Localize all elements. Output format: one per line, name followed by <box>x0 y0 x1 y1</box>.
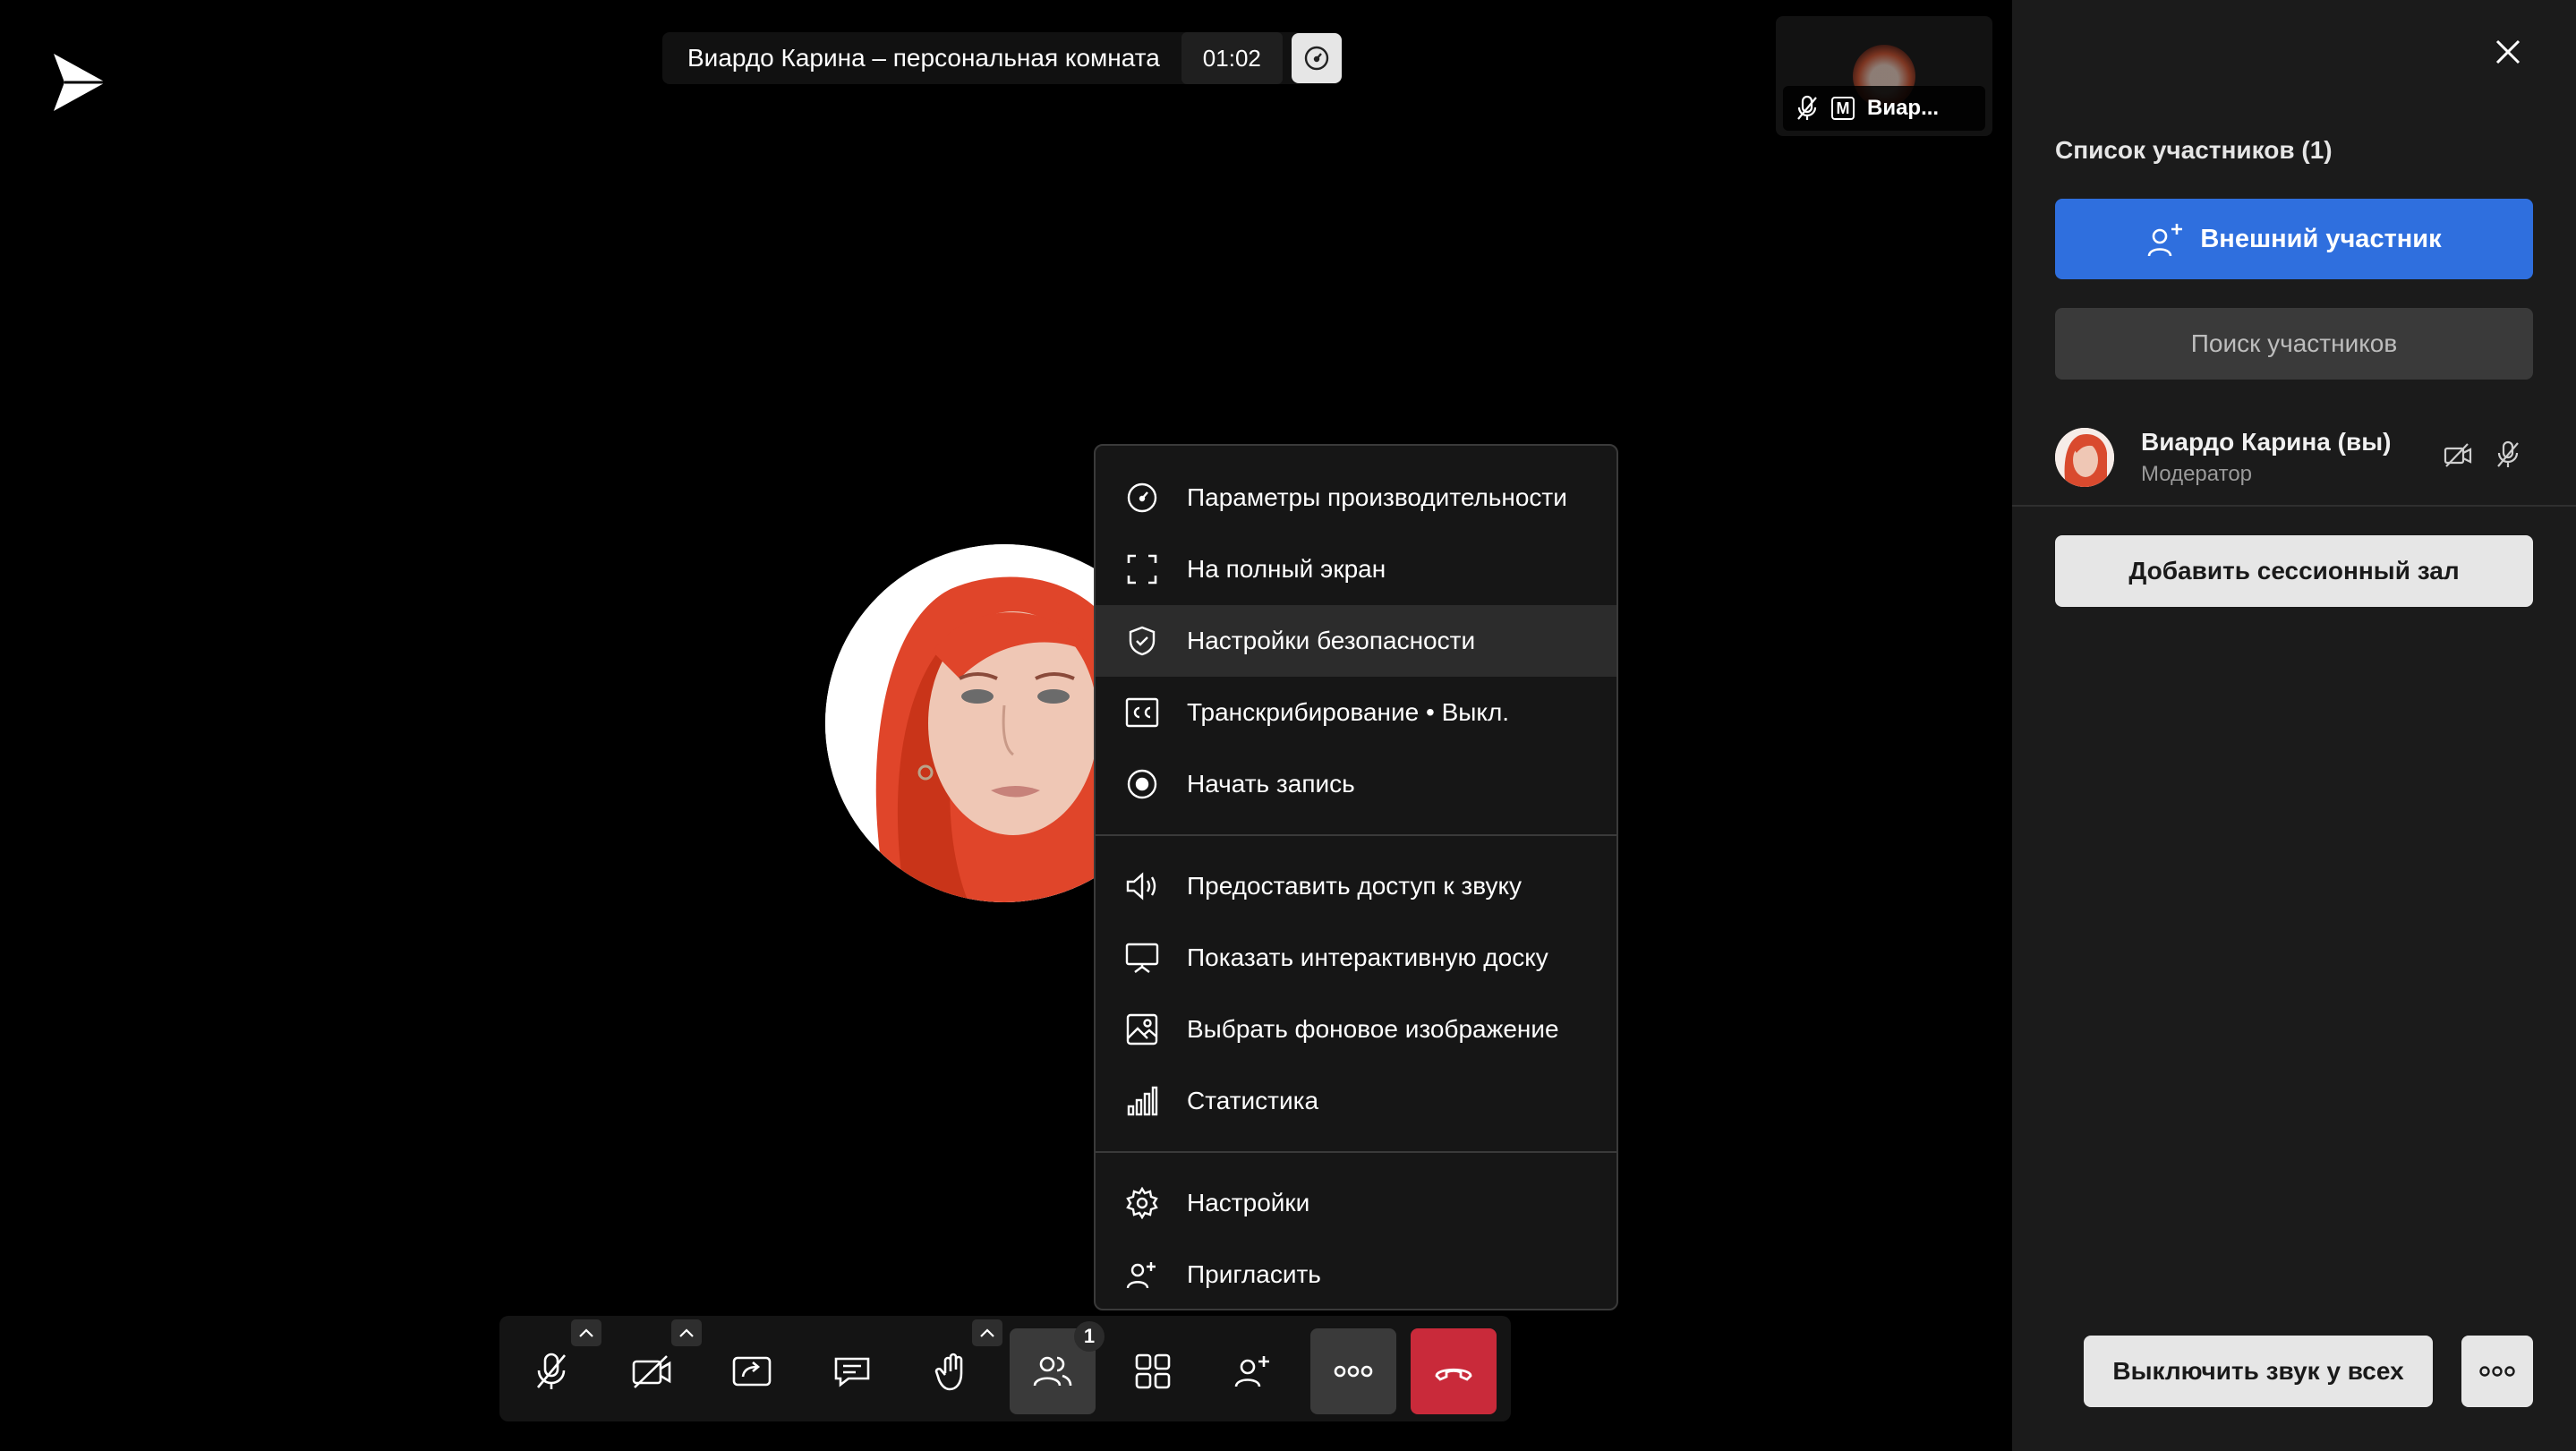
thumbnail-name: Виар... <box>1867 96 1940 120</box>
menu-item-label: Настройки безопасности <box>1187 627 1476 654</box>
thumbnail-info-bar: M Виар... <box>1783 86 1985 131</box>
camera-off-icon <box>632 1355 671 1388</box>
more-button[interactable] <box>1310 1328 1396 1414</box>
reactions-options-caret[interactable] <box>972 1319 1002 1346</box>
add-user-icon <box>2148 224 2183 257</box>
menu-item-statistics[interactable]: Статистика <box>1096 1065 1616 1137</box>
panel-more-button[interactable] <box>2461 1336 2533 1407</box>
participants-count-badge: 1 <box>1074 1321 1105 1352</box>
search-participants-button[interactable]: Поиск участников <box>2055 308 2533 380</box>
meeting-title: Виардо Карина – персональная комната <box>687 44 1160 72</box>
hang-up-button[interactable] <box>1411 1328 1497 1414</box>
panel-divider <box>2012 505 2576 507</box>
panel-title: Список участников (1) <box>2055 136 2333 164</box>
menu-item-label: Пригласить <box>1187 1260 1321 1288</box>
record-icon <box>1124 766 1160 802</box>
participants-icon <box>1033 1356 1072 1387</box>
menu-item-label: Предоставить доступ к звуку <box>1187 872 1523 900</box>
more-options-menu: Параметры производительности На полный э… <box>1094 444 1618 1310</box>
mic-off-icon <box>537 1353 566 1389</box>
image-icon <box>1124 1011 1160 1047</box>
raise-hand-icon <box>934 1353 963 1391</box>
external-participant-label: Внешний участник <box>2200 224 2442 253</box>
menu-item-label: Показать интерактивную доску <box>1187 943 1548 971</box>
app-logo-icon <box>50 50 109 115</box>
menu-divider <box>1096 1151 1616 1153</box>
hang-up-icon <box>1435 1368 1472 1381</box>
menu-item-label: Статистика <box>1187 1087 1319 1114</box>
chat-button[interactable] <box>809 1328 895 1414</box>
gauge-icon <box>1304 46 1329 71</box>
external-participant-button[interactable]: Внешний участник <box>2055 199 2533 279</box>
menu-item-fullscreen[interactable]: На полный экран <box>1096 533 1616 605</box>
avatar <box>2055 428 2114 487</box>
menu-item-label: Начать запись <box>1187 770 1355 798</box>
moderator-badge: M <box>1831 97 1855 120</box>
add-breakout-room-button[interactable]: Добавить сессионный зал <box>2055 535 2533 607</box>
add-user-icon <box>1124 1257 1160 1293</box>
more-icon <box>2479 1366 2515 1377</box>
meeting-header: Виардо Карина – персональная комната 01:… <box>662 32 1342 84</box>
menu-item-label: Настройки <box>1187 1189 1310 1216</box>
menu-item-settings[interactable]: Настройки <box>1096 1167 1616 1239</box>
menu-item-record[interactable]: Начать запись <box>1096 748 1616 820</box>
menu-item-security[interactable]: Настройки безопасности <box>1096 605 1616 677</box>
menu-item-performance[interactable]: Параметры производительности <box>1096 462 1616 533</box>
speaker-icon <box>1124 868 1160 904</box>
close-icon <box>2495 39 2521 64</box>
chevron-up-icon <box>980 1328 994 1337</box>
mic-off-icon <box>1797 95 1817 120</box>
mute-all-button[interactable]: Выключить звук у всех <box>2084 1336 2433 1407</box>
close-panel-button[interactable] <box>2490 34 2526 70</box>
invite-button[interactable] <box>1210 1328 1296 1414</box>
self-video-thumbnail[interactable]: M Виар... <box>1776 16 1992 136</box>
participants-panel: Список участников (1) Внешний участник П… <box>2012 0 2576 1451</box>
share-screen-icon <box>732 1356 772 1387</box>
share-screen-button[interactable] <box>709 1328 795 1414</box>
participant-name: Виардо Карина (вы) <box>2141 428 2392 456</box>
fullscreen-icon <box>1124 551 1160 587</box>
mic-options-caret[interactable] <box>571 1319 601 1346</box>
menu-divider <box>1096 834 1616 836</box>
more-icon <box>1334 1365 1373 1378</box>
meeting-timer: 01:02 <box>1181 32 1283 84</box>
shield-check-icon <box>1124 623 1160 659</box>
camera-options-caret[interactable] <box>671 1319 702 1346</box>
menu-item-invite[interactable]: Пригласить <box>1096 1239 1616 1309</box>
chat-icon <box>834 1357 870 1387</box>
chevron-up-icon <box>579 1328 593 1337</box>
performance-gauge-button[interactable] <box>1291 33 1342 83</box>
gauge-icon <box>1124 480 1160 516</box>
participant-mic-off-icon <box>2495 440 2521 469</box>
grid-view-button[interactable] <box>1110 1328 1196 1414</box>
gear-icon <box>1124 1185 1160 1221</box>
grid-view-icon <box>1135 1353 1171 1389</box>
participant-camera-off-icon <box>2444 442 2472 467</box>
menu-item-label: Транскрибирование • Выкл. <box>1187 698 1510 726</box>
menu-item-whiteboard[interactable]: Показать интерактивную доску <box>1096 922 1616 994</box>
whiteboard-icon <box>1124 940 1160 976</box>
participant-role: Модератор <box>2141 462 2253 486</box>
menu-item-label: На полный экран <box>1187 555 1386 583</box>
menu-item-share-audio[interactable]: Предоставить доступ к звуку <box>1096 850 1616 922</box>
participant-list-item[interactable]: Виардо Карина (вы) Модератор <box>2012 421 2576 507</box>
menu-item-label: Параметры производительности <box>1187 483 1567 511</box>
closed-captions-icon <box>1124 695 1160 730</box>
menu-item-label: Выбрать фоновое изображение <box>1187 1015 1559 1043</box>
bar-chart-icon <box>1124 1083 1160 1119</box>
meeting-toolbar <box>499 1316 1511 1421</box>
menu-item-transcription[interactable]: Транскрибирование • Выкл. <box>1096 677 1616 748</box>
invite-icon <box>1234 1356 1269 1387</box>
menu-item-background[interactable]: Выбрать фоновое изображение <box>1096 994 1616 1065</box>
chevron-up-icon <box>679 1328 694 1337</box>
